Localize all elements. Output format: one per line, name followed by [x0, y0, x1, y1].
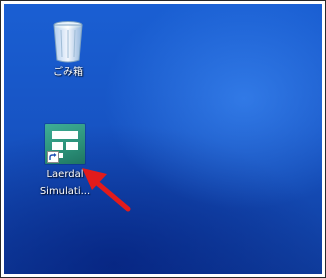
laerdal-label-line2: Simulati...	[39, 186, 91, 197]
desktop-background[interactable]: ごみ箱 Laerdal Simulati...	[4, 4, 322, 274]
screenshot-frame: ごみ箱 Laerdal Simulati...	[0, 0, 326, 278]
recycle-bin-icon	[53, 21, 83, 63]
laerdal-label-line1: Laerdal	[46, 169, 84, 180]
desktop-icon-laerdal-simulation[interactable]: Laerdal Simulati...	[30, 124, 100, 198]
laerdal-app-icon	[45, 124, 85, 164]
recycle-bin-label: ごみ箱	[53, 67, 83, 78]
shortcut-arrow-icon	[47, 151, 59, 163]
desktop-icon-recycle-bin[interactable]: ごみ箱	[40, 18, 96, 79]
